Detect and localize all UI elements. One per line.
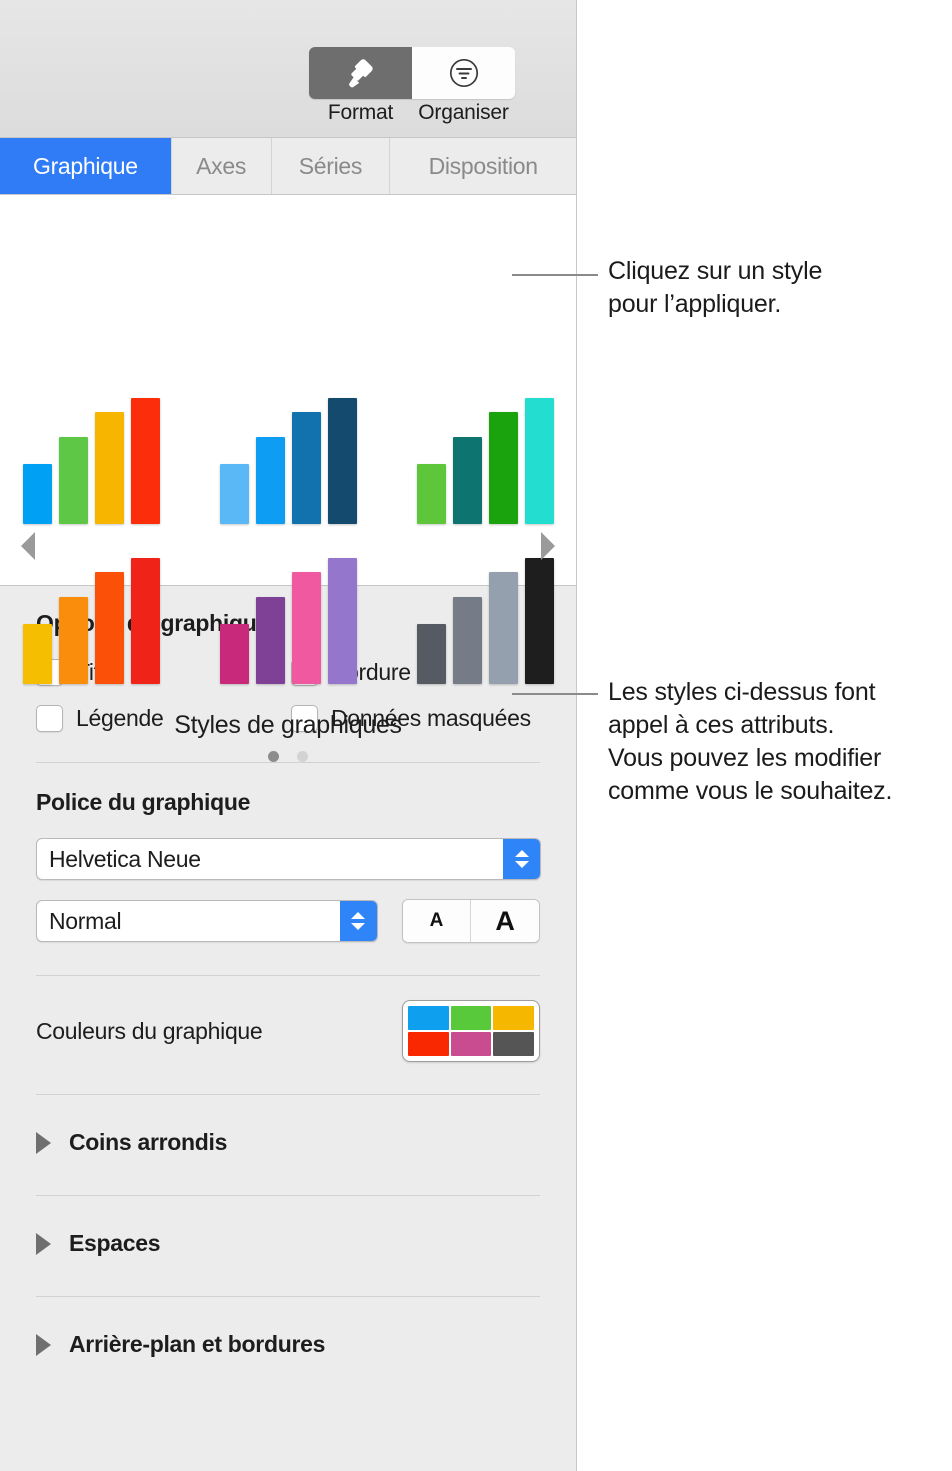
color-swatch xyxy=(450,1032,492,1056)
style-preview-bar xyxy=(94,572,124,684)
disclosure-espaces[interactable]: Espaces xyxy=(0,1230,576,1257)
font-size-buttons[interactable]: A A xyxy=(401,899,540,943)
font-style-stepper[interactable] xyxy=(339,901,377,941)
disclosure-espaces-label: Espaces xyxy=(69,1230,161,1256)
style-preview-bar xyxy=(255,597,285,684)
divider-3 xyxy=(36,1094,540,1095)
style-preview-bar xyxy=(255,437,285,524)
font-style-value: Normal xyxy=(49,907,122,934)
font-family-stepper[interactable] xyxy=(503,839,540,879)
divider-4 xyxy=(36,1195,540,1196)
font-style-popup[interactable]: Normal xyxy=(36,900,378,942)
tab-disposition[interactable]: Disposition xyxy=(390,138,576,194)
divider-5 xyxy=(36,1296,540,1297)
segmented-control-labels: Format Organiser xyxy=(309,101,515,125)
callout-styles-text: Cliquez sur un style pour l’appliquer. xyxy=(608,257,823,318)
arrange-filter-icon xyxy=(449,58,478,88)
chart-font-title: Police du graphique xyxy=(36,789,251,815)
disclosure-coins-arrondis-label: Coins arrondis xyxy=(69,1129,228,1155)
callout-attributes-text: Les styles ci-dessus font appel à ces at… xyxy=(608,678,893,805)
style-preview-bar xyxy=(327,558,357,684)
disclosure-arriere-plan-label: Arrière-plan et bordures xyxy=(69,1331,326,1357)
chart-styles-gallery: Styles de graphiques xyxy=(0,195,576,762)
style-preview-bar xyxy=(219,624,249,684)
next-styles-arrow-icon[interactable] xyxy=(541,532,555,560)
style-preview-bar xyxy=(524,398,554,524)
color-swatch xyxy=(450,1006,492,1030)
organise-button-label: Organiser xyxy=(418,101,509,124)
style-preview-bar xyxy=(452,437,482,524)
decrease-font-size-button[interactable]: A xyxy=(402,900,472,942)
chart-style-thumbnail[interactable] xyxy=(219,398,357,524)
format-button[interactable] xyxy=(309,47,412,99)
disclosure-triangle-icon xyxy=(36,1333,51,1356)
style-preview-bar xyxy=(291,412,321,524)
style-preview-bar xyxy=(524,558,554,684)
chart-style-thumbnail[interactable] xyxy=(416,398,554,524)
increase-font-size-button[interactable]: A xyxy=(471,900,539,942)
style-preview-bar xyxy=(452,597,482,684)
inspector-tab-bar[interactable]: Graphique Axes Séries Disposition xyxy=(0,138,576,195)
chart-colors-swatch-button[interactable] xyxy=(402,1000,540,1062)
paintbrush-icon xyxy=(348,59,373,88)
color-swatch xyxy=(493,1006,534,1030)
callout-attributes-leader-line xyxy=(512,693,598,695)
disclosure-arriere-plan-et-bordures[interactable]: Arrière-plan et bordures xyxy=(0,1331,576,1358)
style-preview-bar xyxy=(94,412,124,524)
chart-colors-section: Couleurs du graphique xyxy=(0,976,576,1062)
chart-font-section: Police du graphique Helvetica Neue Norma… xyxy=(0,763,576,943)
disclosure-coins-arrondis[interactable]: Coins arrondis xyxy=(0,1129,576,1156)
color-swatch xyxy=(408,1032,449,1056)
format-organise-segmented-control[interactable] xyxy=(309,47,515,99)
chart-style-thumbnail[interactable] xyxy=(219,558,357,684)
style-preview-bar xyxy=(58,437,88,524)
style-preview-bar xyxy=(22,624,52,684)
disclosure-triangle-icon xyxy=(36,1232,51,1255)
format-inspector-panel: Format Organiser Graphique Axes Séries D… xyxy=(0,0,577,1471)
format-button-label: Format xyxy=(327,101,394,124)
color-swatch xyxy=(493,1032,534,1056)
organise-button[interactable] xyxy=(412,47,515,99)
style-preview-bar xyxy=(416,464,446,524)
gallery-page-dots[interactable] xyxy=(0,751,576,762)
style-preview-bar xyxy=(416,624,446,684)
chevron-down-icon xyxy=(514,861,529,868)
previous-styles-arrow-icon[interactable] xyxy=(21,532,35,560)
style-preview-bar xyxy=(130,558,160,684)
inspector-toolbar: Format Organiser xyxy=(0,0,576,138)
page-dot[interactable] xyxy=(297,751,308,762)
style-preview-bar xyxy=(291,572,321,684)
chart-styles-row-1 xyxy=(0,398,576,524)
style-preview-bar xyxy=(488,572,518,684)
chart-style-thumbnail[interactable] xyxy=(22,558,160,684)
style-preview-bar xyxy=(22,464,52,524)
chevron-up-icon xyxy=(351,912,366,919)
style-preview-bar xyxy=(58,597,88,684)
color-swatch xyxy=(408,1006,449,1030)
chart-colors-label: Couleurs du graphique xyxy=(36,1017,263,1044)
page-dot[interactable] xyxy=(268,751,279,762)
tab-axes[interactable]: Axes xyxy=(171,138,272,194)
style-preview-bar xyxy=(130,398,160,524)
font-family-value: Helvetica Neue xyxy=(49,845,201,872)
chart-style-thumbnail[interactable] xyxy=(416,558,554,684)
style-preview-bar xyxy=(488,412,518,524)
font-family-popup[interactable]: Helvetica Neue xyxy=(36,838,541,880)
callout-styles-leader-line xyxy=(512,274,598,276)
chevron-down-icon xyxy=(351,923,366,930)
chart-styles-row-2 xyxy=(0,558,576,684)
gallery-title: Styles de graphiques xyxy=(174,711,402,739)
disclosure-triangle-icon xyxy=(36,1131,51,1154)
font-style-row: Normal A A xyxy=(36,899,540,943)
style-preview-bar xyxy=(219,464,249,524)
chart-style-thumbnail[interactable] xyxy=(22,398,160,524)
tab-graphique[interactable]: Graphique xyxy=(0,138,172,194)
chevron-up-icon xyxy=(514,850,529,857)
tab-series[interactable]: Séries xyxy=(271,138,391,194)
style-preview-bar xyxy=(327,398,357,524)
